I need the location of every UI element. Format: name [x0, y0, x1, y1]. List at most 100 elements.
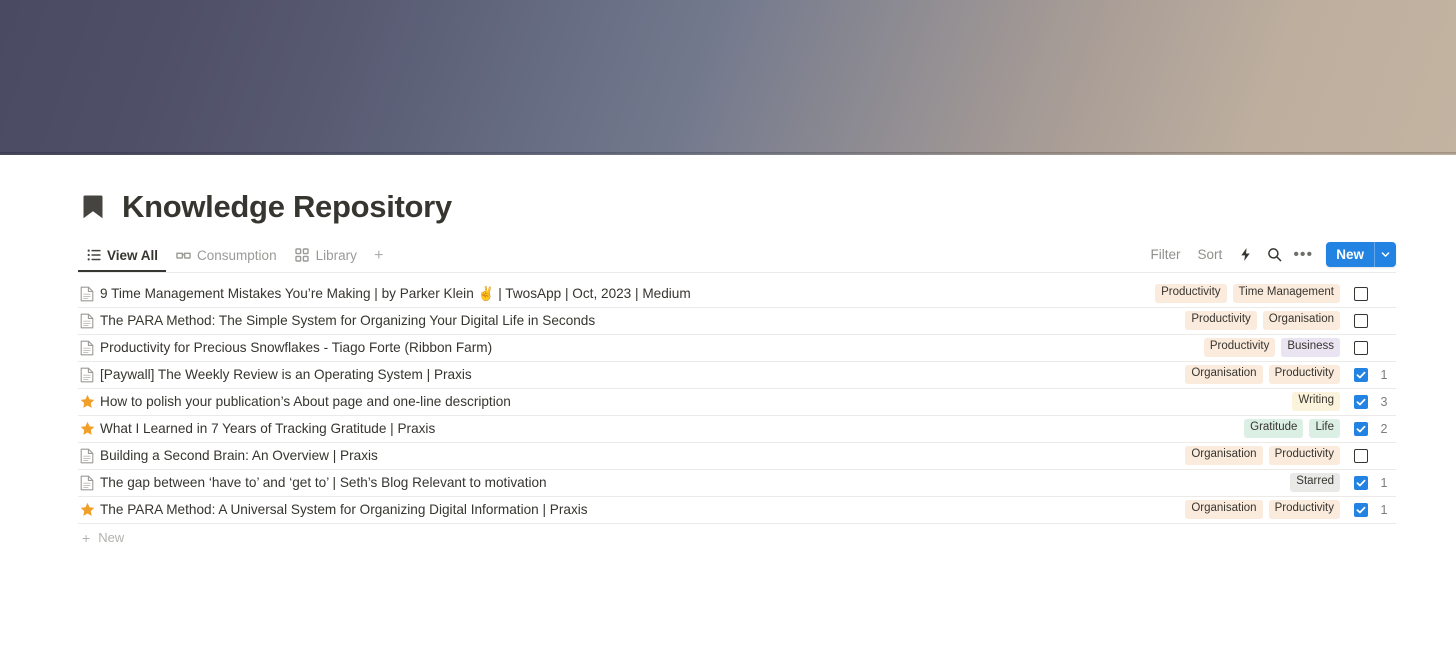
table-row[interactable]: How to polish your publication’s About p…	[78, 389, 1396, 416]
table-row[interactable]: [Paywall] The Weekly Review is an Operat…	[78, 362, 1396, 389]
row-title[interactable]: What I Learned in 7 Years of Tracking Gr…	[100, 421, 1155, 436]
row-properties: Productivity Organisation	[1155, 311, 1396, 330]
checkbox-cell	[1350, 340, 1372, 355]
star-icon	[78, 394, 100, 409]
row-count: 1	[1380, 367, 1388, 382]
tag-group: Gratitude Life	[1155, 419, 1350, 438]
table-row[interactable]: The PARA Method: The Simple System for O…	[78, 308, 1396, 335]
tag[interactable]: Life	[1309, 419, 1340, 438]
tag[interactable]: Productivity	[1268, 446, 1340, 465]
new-row-label: New	[98, 530, 125, 546]
row-title[interactable]: The gap between ‘have to’ and ‘get to’ |…	[100, 475, 1155, 490]
row-title[interactable]: 9 Time Management Mistakes You’re Making…	[100, 286, 1155, 302]
row-properties: Writing 3	[1155, 392, 1396, 411]
tag[interactable]: Organisation	[1185, 500, 1263, 519]
cover-bottom-shadow	[0, 152, 1456, 155]
tag[interactable]: Productivity	[1268, 500, 1340, 519]
checkbox-cell	[1350, 367, 1372, 382]
view-tab-bar: View All Consumption Library + Filter So…	[78, 241, 1396, 273]
row-checkbox[interactable]	[1354, 502, 1368, 517]
row-count: 2	[1380, 421, 1388, 436]
tag[interactable]: Starred	[1290, 473, 1340, 492]
bookmark-icon[interactable]	[78, 191, 108, 223]
search-icon[interactable]	[1261, 243, 1287, 267]
row-checkbox[interactable]	[1354, 421, 1368, 436]
tag[interactable]: Writing	[1292, 392, 1340, 411]
row-checkbox[interactable]	[1354, 367, 1368, 382]
grid-icon	[295, 248, 310, 263]
chevron-down-icon[interactable]	[1374, 242, 1396, 268]
tab-view-all[interactable]: View All	[78, 241, 167, 272]
sort-button[interactable]: Sort	[1190, 244, 1229, 265]
row-checkbox[interactable]	[1354, 340, 1368, 355]
tag[interactable]: Time Management	[1232, 284, 1340, 303]
tag[interactable]: Organisation	[1185, 446, 1263, 465]
tag-group: Organisation Productivity	[1155, 365, 1350, 384]
row-checkbox[interactable]	[1354, 394, 1368, 409]
tab-library-label: Library	[315, 247, 357, 263]
row-properties: Gratitude Life 2	[1155, 419, 1396, 438]
tab-consumption[interactable]: Consumption	[168, 241, 285, 272]
star-icon	[78, 421, 100, 436]
tag-group: Productivity Time Management	[1155, 284, 1350, 303]
row-properties: Organisation Productivity	[1155, 446, 1396, 465]
view-toolbar: Filter Sort ••• New	[1143, 241, 1396, 272]
row-count: 3	[1380, 394, 1388, 409]
tag[interactable]: Productivity	[1203, 338, 1276, 357]
new-row-button[interactable]: + New	[78, 524, 1396, 552]
row-count: 1	[1380, 502, 1388, 517]
tag[interactable]: Productivity	[1268, 365, 1340, 384]
row-title[interactable]: Building a Second Brain: An Overview | P…	[100, 448, 1155, 463]
row-title[interactable]: The PARA Method: A Universal System for …	[100, 502, 1155, 517]
plus-icon: +	[82, 529, 91, 546]
glasses-icon	[176, 248, 191, 263]
checkbox-cell	[1350, 502, 1372, 517]
table-row[interactable]: Building a Second Brain: An Overview | P…	[78, 443, 1396, 470]
table-row[interactable]: The PARA Method: A Universal System for …	[78, 497, 1396, 524]
document-icon	[78, 313, 100, 329]
table-row[interactable]: Productivity for Precious Snowflakes - T…	[78, 335, 1396, 362]
view-tabs: View All Consumption Library +	[78, 240, 391, 272]
row-checkbox[interactable]	[1354, 448, 1368, 463]
tab-view-all-label: View All	[107, 247, 159, 263]
checkbox-cell	[1350, 475, 1372, 490]
new-button-label: New	[1336, 246, 1364, 262]
filter-button[interactable]: Filter	[1143, 244, 1187, 265]
document-icon	[78, 448, 100, 464]
lightning-bolt-icon[interactable]	[1232, 243, 1258, 267]
new-button[interactable]: New	[1326, 242, 1396, 268]
tag[interactable]: Organisation	[1262, 311, 1340, 330]
row-title[interactable]: [Paywall] The Weekly Review is an Operat…	[100, 367, 1155, 382]
add-view-button[interactable]: +	[367, 241, 391, 272]
document-icon	[78, 367, 100, 383]
tag-group: Starred	[1155, 473, 1350, 492]
row-checkbox[interactable]	[1354, 286, 1368, 301]
tag[interactable]: Productivity	[1155, 284, 1227, 303]
tag[interactable]: Organisation	[1185, 365, 1263, 384]
tag-group: Organisation Productivity	[1155, 500, 1350, 519]
tag[interactable]: Business	[1281, 338, 1340, 357]
row-properties: Starred 1	[1155, 473, 1396, 492]
row-title[interactable]: Productivity for Precious Snowflakes - T…	[100, 340, 1155, 355]
row-checkbox[interactable]	[1354, 475, 1368, 490]
table-row[interactable]: The gap between ‘have to’ and ‘get to’ |…	[78, 470, 1396, 497]
tag[interactable]: Productivity	[1185, 311, 1257, 330]
star-icon	[78, 502, 100, 517]
tag[interactable]: Gratitude	[1244, 419, 1304, 438]
tab-library[interactable]: Library	[287, 241, 365, 272]
table-row[interactable]: What I Learned in 7 Years of Tracking Gr…	[78, 416, 1396, 443]
document-icon	[78, 340, 100, 356]
page-title-row: Knowledge Repository	[78, 189, 1396, 225]
row-title[interactable]: The PARA Method: The Simple System for O…	[100, 313, 1155, 328]
tag-group: Writing	[1155, 392, 1350, 411]
table-row[interactable]: 9 Time Management Mistakes You’re Making…	[78, 281, 1396, 308]
ellipsis-icon[interactable]: •••	[1290, 243, 1316, 267]
row-checkbox[interactable]	[1354, 313, 1368, 328]
row-properties: Organisation Productivity 1	[1155, 500, 1396, 519]
page-cover-image	[0, 0, 1456, 155]
document-icon	[78, 286, 100, 302]
row-properties: Productivity Business	[1155, 338, 1396, 357]
checkbox-cell	[1350, 421, 1372, 436]
row-title[interactable]: How to polish your publication’s About p…	[100, 394, 1155, 409]
tag-group: Productivity Organisation	[1155, 311, 1350, 330]
